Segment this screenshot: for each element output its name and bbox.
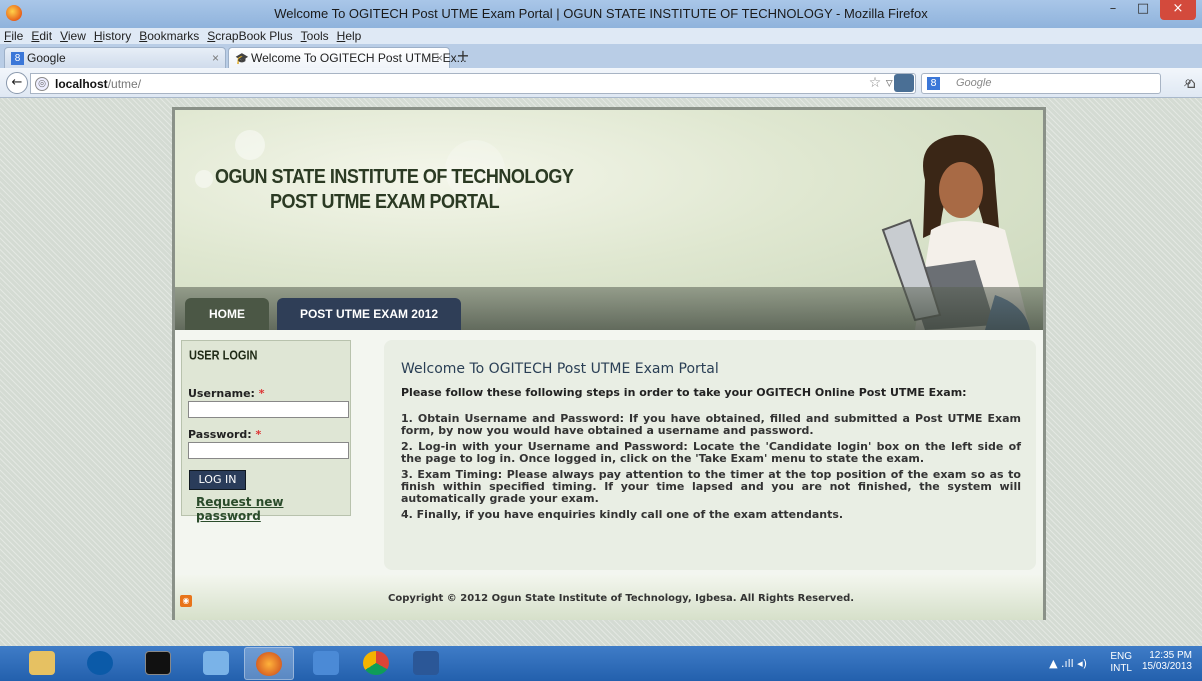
windows-taskbar: ▲ .ıll ◂) ENG INTL 12:35 PM 15/03/2013 (0, 646, 1202, 681)
tab-close-icon[interactable]: × (212, 51, 219, 65)
window-titlebar: Welcome To OGITECH Post UTME Exam Portal… (0, 0, 1202, 28)
search-bar[interactable]: 8 Google ⌕ (921, 73, 1192, 94)
menu-view[interactable]: View (56, 28, 90, 44)
login-button[interactable]: LOG IN (189, 470, 246, 490)
tab-google[interactable]: 8 Google × (4, 47, 226, 68)
back-button[interactable]: ← (6, 72, 28, 94)
graduation-cap-icon: 🎓 (235, 53, 249, 66)
home-icon[interactable]: ⌂ (1186, 74, 1196, 92)
taskbar-explorer[interactable] (302, 647, 352, 680)
window-title: Welcome To OGITECH Post UTME Exam Portal… (274, 6, 928, 21)
globe-icon: ◎ (35, 77, 49, 91)
minimize-button[interactable]: – (1098, 0, 1128, 20)
search-placeholder: Google (956, 77, 992, 89)
content-area: USER LOGIN Username: * Password: * LOG I… (175, 330, 1043, 575)
tab-ogitech[interactable]: 🎓 Welcome To OGITECH Post UTME Ex... × (228, 47, 467, 68)
system-clock[interactable]: 12:35 PM 15/03/2013 (1142, 650, 1192, 672)
login-title: USER LOGIN (189, 348, 258, 364)
welcome-heading: Welcome To OGITECH Post UTME Exam Portal (401, 361, 719, 377)
navigation-bar: ← ◎ localhost/utme/ ☆ ▿ C 8 Google ⌕ ⌂ (0, 68, 1202, 98)
clock-date: 15/03/2013 (1141, 661, 1192, 672)
hp-logo-icon (87, 651, 113, 675)
google-favicon-icon: 8 (11, 52, 24, 66)
folder-icon (29, 651, 55, 675)
instruction-steps: 1. Obtain Username and Password: If you … (401, 413, 1021, 525)
taskbar-word[interactable] (402, 647, 452, 680)
nav-home-tab[interactable]: HOME (185, 298, 269, 330)
firefox-icon (256, 652, 282, 676)
google-search-engine-icon[interactable]: 8 (927, 77, 940, 90)
close-window-button[interactable]: × (1160, 0, 1196, 20)
required-marker: * (258, 387, 265, 400)
rss-feed-icon[interactable]: ◉ (180, 595, 192, 607)
instructions-intro: Please follow these following steps in o… (401, 386, 967, 399)
taskbar-firefox[interactable] (244, 647, 294, 680)
password-label-text: Password: (188, 428, 252, 441)
maximize-button[interactable]: □ (1128, 0, 1158, 20)
menu-help[interactable]: Help (333, 28, 366, 44)
site-footer: ◉ Copyright © 2012 Ogun State Institute … (175, 575, 1043, 620)
username-field[interactable] (188, 401, 349, 418)
instruction-step: 2. Log-in with your Username and Passwor… (401, 440, 1021, 465)
new-tab-button[interactable]: + (452, 47, 474, 67)
main-nav: HOME POST UTME EXAM 2012 (175, 287, 1043, 330)
lang-code: ENG (1110, 651, 1132, 662)
site-header: OGUN STATE INSTITUTE OF TECHNOLOGY POST … (175, 110, 1043, 330)
username-label: Username: * (188, 387, 265, 400)
instruction-step: 4. Finally, if you have enquiries kindly… (401, 508, 844, 521)
clock-time: 12:35 PM (1149, 650, 1192, 661)
menu-tools[interactable]: Tools (297, 28, 333, 44)
site-title-line2: POST UTME EXAM PORTAL (270, 189, 500, 213)
site-container: OGUN STATE INSTITUTE OF TECHNOLOGY POST … (172, 107, 1046, 620)
required-marker: * (255, 428, 262, 441)
input-language[interactable]: ENG INTL (1110, 651, 1132, 675)
tab-label: Welcome To OGITECH Post UTME Ex... (251, 51, 467, 65)
header-decoration (235, 130, 265, 160)
password-field[interactable] (188, 442, 349, 459)
taskbar-chrome[interactable] (352, 647, 402, 680)
tray-status-icons[interactable]: ▲ .ıll ◂) (1049, 657, 1087, 670)
password-label: Password: * (188, 428, 261, 441)
menu-history[interactable]: History (90, 28, 135, 44)
menu-edit[interactable]: Edit (27, 28, 56, 44)
username-label-text: Username: (188, 387, 255, 400)
word-icon (413, 651, 439, 675)
url-path: /utme/ (107, 77, 142, 91)
instruction-step: 1. Obtain Username and Password: If you … (401, 412, 1021, 437)
nav-post-utme-exam-tab[interactable]: POST UTME EXAM 2012 (277, 298, 461, 330)
taskbar-command-prompt[interactable] (134, 647, 184, 680)
keyboard-layout: INTL (1110, 663, 1132, 674)
page-viewport: OGUN STATE INSTITUTE OF TECHNOLOGY POST … (0, 98, 1202, 646)
menu-scrapbook[interactable]: ScrapBook Plus (203, 28, 296, 44)
copyright-text: Copyright © 2012 Ogun State Institute of… (388, 593, 855, 604)
addon-toolbar-icon[interactable] (894, 74, 914, 92)
tab-close-icon[interactable]: × (436, 51, 443, 65)
site-title-line1: OGUN STATE INSTITUTE OF TECHNOLOGY (215, 164, 574, 188)
url-host: localhost (55, 77, 108, 91)
chrome-icon (363, 651, 389, 675)
menu-bookmarks[interactable]: Bookmarks (135, 28, 203, 44)
taskbar-control-panel[interactable] (192, 647, 242, 680)
taskbar-file-explorer[interactable] (18, 647, 68, 680)
request-new-password-link[interactable]: Request new password (196, 495, 350, 523)
user-login-box: USER LOGIN Username: * Password: * LOG I… (181, 340, 351, 523)
welcome-panel: Welcome To OGITECH Post UTME Exam Portal… (384, 340, 1036, 570)
tab-label: Google (27, 51, 66, 65)
tab-strip: 8 Google × 🎓 Welcome To OGITECH Post UTME … (0, 44, 1202, 68)
control-panel-icon (203, 651, 229, 675)
url-text[interactable]: localhost/utme/ (55, 77, 141, 91)
menu-file[interactable]: File (0, 28, 27, 44)
menu-bar: File Edit View History Bookmarks ScrapBook Pl… (0, 28, 1202, 44)
url-bar[interactable]: ◎ localhost/utme/ ☆ ▿ C (30, 73, 916, 94)
terminal-icon (145, 651, 171, 675)
window-explorer-icon (313, 651, 339, 675)
taskbar-hp[interactable] (76, 647, 126, 680)
instruction-step: 3. Exam Timing: Please always pay attent… (401, 468, 1021, 505)
header-decoration (195, 170, 213, 188)
